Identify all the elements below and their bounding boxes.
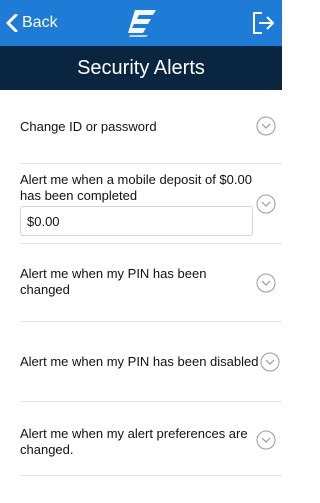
alert-row-pin-disabled[interactable]: Alert me when my PIN has been disabled (20, 322, 282, 402)
alert-label: Alert me when my PIN has been changed (20, 266, 207, 297)
deposit-amount-field[interactable] (20, 206, 253, 236)
alert-label: Alert me when my PIN has been disabled (20, 354, 259, 369)
alert-label: Alert me when a mobile deposit of $0.00 … (20, 172, 252, 203)
alert-row-change-id[interactable]: Change ID or password (20, 90, 282, 164)
logout-icon[interactable] (250, 10, 276, 36)
chevron-down-circle-icon[interactable] (256, 194, 276, 214)
chevron-down-circle-icon[interactable] (256, 273, 276, 293)
alert-label: Alert me when my alert preferences are c… (20, 426, 248, 457)
alert-row-preferences-changed[interactable]: Alert me when my alert preferences are c… (20, 402, 282, 476)
alert-label: Change ID or password (20, 119, 157, 134)
chevron-down-circle-icon[interactable] (260, 352, 280, 372)
chevron-left-icon (6, 14, 18, 32)
chevron-down-circle-icon[interactable] (256, 430, 276, 450)
back-button[interactable]: Back (6, 10, 58, 36)
page-title: Security Alerts (0, 46, 282, 90)
alert-row-pin-changed[interactable]: Alert me when my PIN has been changed (20, 244, 282, 322)
alert-row-mobile-deposit[interactable]: Alert me when a mobile deposit of $0.00 … (20, 164, 282, 244)
chevron-down-circle-icon[interactable] (256, 116, 276, 136)
top-bar: Back (0, 0, 282, 46)
back-label: Back (22, 14, 58, 31)
app-logo (128, 10, 156, 37)
